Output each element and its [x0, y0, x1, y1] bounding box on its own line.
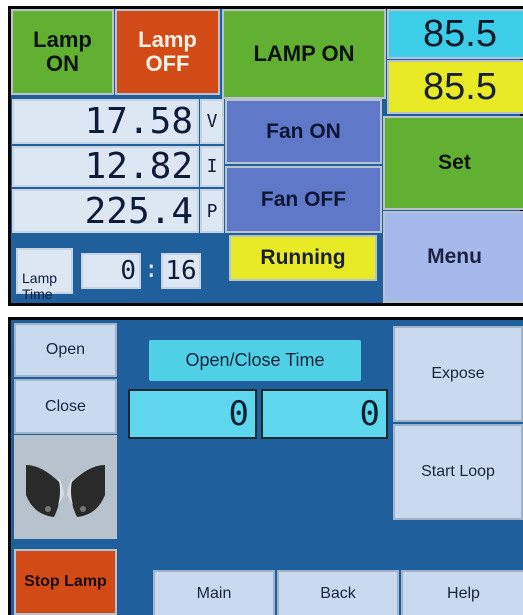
set-button[interactable]: Set	[383, 116, 523, 210]
start-loop-label: Start Loop	[421, 463, 495, 480]
current-unit-label: I	[206, 156, 218, 177]
fan-off-label: Fan OFF	[260, 187, 347, 211]
help-label: Help	[447, 585, 480, 602]
lamp-on-button[interactable]: Lamp ON	[11, 9, 114, 95]
current-value: 12.82	[84, 146, 193, 187]
close-label: Close	[45, 397, 86, 415]
shutter-control-panel: Open Close Open/Close Time 0 0 Expose St…	[8, 317, 523, 615]
lamp-on-status-button[interactable]: LAMP ON	[222, 9, 386, 99]
shutter-blades-icon	[14, 435, 117, 539]
running-status: Running	[229, 235, 377, 281]
close-button[interactable]: Close	[14, 379, 117, 434]
lamp-time-label: Lamp Time	[16, 248, 73, 302]
open-label: Open	[45, 341, 86, 358]
power-readout: 225.4	[12, 189, 199, 233]
close-time-input[interactable]: 0	[261, 389, 388, 439]
back-button[interactable]: Back	[277, 570, 399, 615]
stop-lamp-button[interactable]: Stop Lamp	[14, 549, 117, 615]
set-label: Set	[438, 151, 471, 174]
voltage-readout: 17.58	[12, 99, 199, 144]
lamp-time-separator: :	[144, 255, 158, 285]
voltage-unit-label: V	[206, 111, 218, 132]
help-button[interactable]: Help	[401, 570, 523, 615]
open-button[interactable]: Open	[14, 323, 117, 377]
main-button[interactable]: Main	[153, 570, 275, 615]
lamp-time-hours: 0	[81, 253, 141, 289]
current-readout: 12.82	[12, 146, 199, 187]
power-value: 225.4	[84, 190, 193, 232]
voltage-unit: V	[200, 99, 224, 144]
close-time-value: 0	[359, 394, 380, 434]
stop-lamp-label: Stop Lamp	[24, 573, 107, 590]
back-label: Back	[320, 585, 356, 602]
shutter-graphic	[14, 435, 117, 539]
current-unit: I	[200, 146, 224, 187]
start-loop-button[interactable]: Start Loop	[393, 424, 523, 520]
lamp-control-panel: Lamp ON Lamp OFF LAMP ON 85.5 85.5 17.58…	[8, 6, 523, 306]
lamp-time-minutes-value: 16	[165, 256, 197, 286]
setpoint-value-2: 85.5	[423, 65, 497, 108]
lamp-time-label-text: Lamp Time	[22, 270, 58, 302]
lamp-on-status-label: LAMP ON	[253, 41, 355, 66]
lamp-time-minutes: 16	[161, 253, 201, 289]
lamp-off-button[interactable]: Lamp OFF	[115, 9, 220, 95]
power-unit: P	[200, 189, 224, 233]
open-close-time-label-text: Open/Close Time	[185, 350, 325, 370]
power-unit-label: P	[206, 200, 218, 222]
voltage-value: 17.58	[84, 101, 193, 142]
lamp-off-button-label: Lamp OFF	[138, 27, 197, 76]
open-time-input[interactable]: 0	[128, 389, 257, 439]
lamp-on-button-label: Lamp ON	[33, 27, 92, 76]
setpoint-value-1: 85.5	[423, 12, 497, 55]
menu-label: Menu	[427, 245, 482, 268]
fan-on-button[interactable]: Fan ON	[225, 99, 382, 164]
lamp-time-hours-value: 0	[120, 256, 136, 286]
fan-off-button[interactable]: Fan OFF	[225, 166, 382, 233]
main-label: Main	[196, 585, 232, 602]
expose-button[interactable]: Expose	[393, 326, 523, 422]
open-time-value: 0	[228, 394, 249, 434]
expose-label: Expose	[431, 365, 485, 382]
lamp-time-separator-glyph: :	[144, 255, 159, 283]
setpoint-display-1[interactable]: 85.5	[387, 9, 523, 59]
setpoint-display-2[interactable]: 85.5	[387, 60, 523, 114]
open-close-time-label: Open/Close Time	[149, 340, 361, 381]
menu-button[interactable]: Menu	[383, 211, 523, 303]
fan-on-label: Fan ON	[266, 119, 341, 143]
running-status-label: Running	[260, 246, 346, 269]
